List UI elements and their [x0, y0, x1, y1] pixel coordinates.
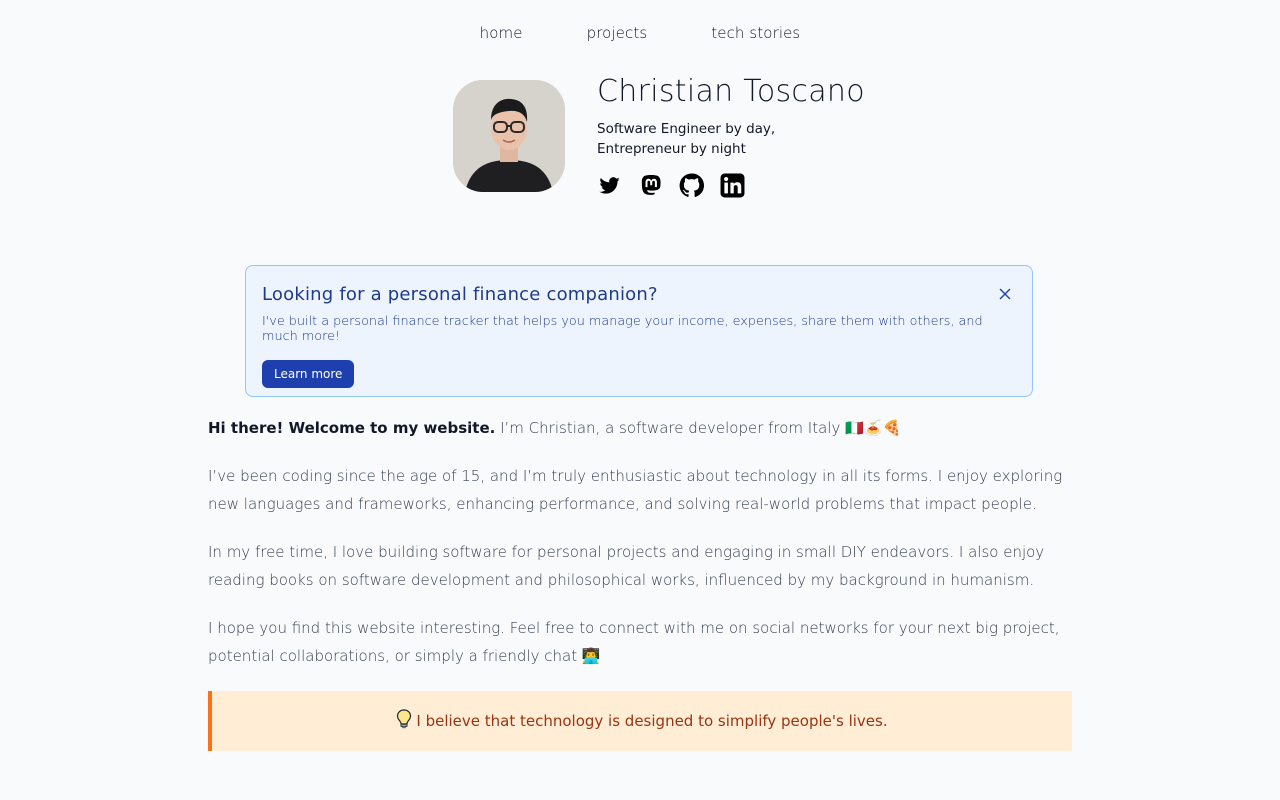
top-nav: home projects tech stories — [0, 24, 1280, 42]
banner-title: Looking for a personal finance companion… — [262, 284, 658, 305]
learn-more-button[interactable]: Learn more — [262, 360, 355, 388]
linkedin-icon[interactable] — [720, 173, 745, 198]
intro-greeting: Hi there! Welcome to my website. — [208, 419, 496, 437]
twitter-icon[interactable] — [597, 173, 622, 198]
avatar-photo — [453, 80, 565, 192]
github-icon[interactable] — [679, 173, 704, 198]
banner-text: I've built a personal finance tracker th… — [262, 314, 983, 344]
intro-paragraph-1: Hi there! Welcome to my website. I’m Chr… — [208, 414, 1072, 442]
profile-header: Christian Toscano Software Engineer by d… — [453, 74, 865, 198]
intro-paragraph-3: In my free time, I love building softwar… — [208, 543, 1045, 589]
intro-paragraph-2: I’ve been coding since the age of 15, an… — [208, 467, 1063, 513]
intro-greeting-rest: I’m Christian, a software developer from… — [495, 419, 902, 437]
profile-name: Christian Toscano — [597, 74, 865, 109]
nav-projects[interactable]: projects — [587, 24, 648, 42]
nav-tech-stories[interactable]: tech stories — [711, 24, 800, 42]
profile-tagline: Software Engineer by day, Entrepreneur b… — [597, 119, 865, 159]
intro-paragraph-4: I hope you find this website interesting… — [208, 619, 1060, 665]
nav-home[interactable]: home — [480, 24, 523, 42]
avatar — [453, 80, 565, 192]
quote-text: I believe that technology is designed to… — [416, 712, 888, 730]
finance-banner: Looking for a personal finance companion… — [245, 265, 1033, 397]
social-links — [597, 173, 865, 198]
intro-section: Hi there! Welcome to my website. I’m Chr… — [208, 414, 1072, 690]
profile-info: Christian Toscano Software Engineer by d… — [597, 74, 865, 198]
lightbulb-icon — [396, 709, 412, 733]
close-icon[interactable] — [998, 286, 1012, 300]
quote-callout: I believe that technology is designed to… — [208, 691, 1072, 751]
mastodon-icon[interactable] — [638, 173, 663, 198]
tagline-line-2: Entrepreneur by night — [597, 141, 746, 157]
tagline-line-1: Software Engineer by day, — [597, 121, 776, 137]
